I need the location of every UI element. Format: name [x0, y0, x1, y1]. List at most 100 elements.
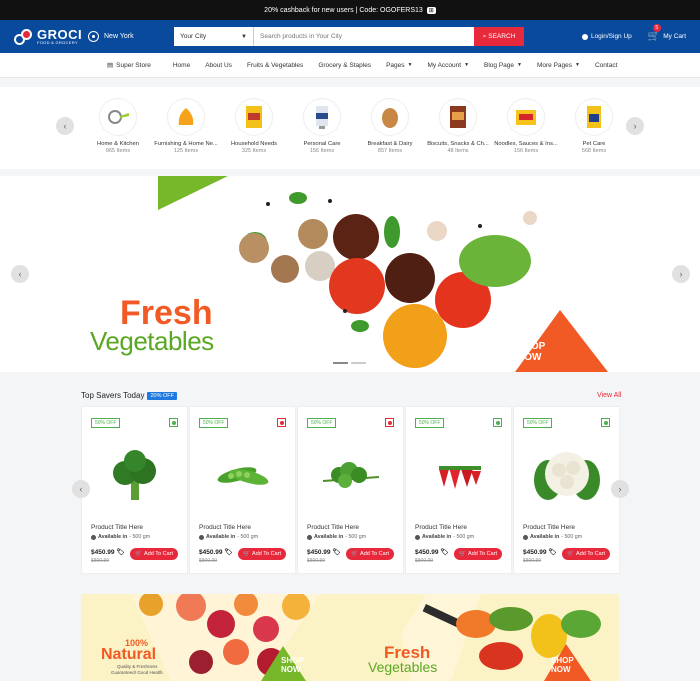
banner-prev-arrow-icon[interactable]: ‹ — [11, 265, 29, 283]
login-link[interactable]: Login/Sign Up — [581, 33, 632, 40]
product-card[interactable]: 50% OFF Product Title Here Available in -… — [513, 406, 620, 574]
nav-item-about[interactable]: About Us — [205, 62, 232, 69]
category-prev-arrow-icon[interactable]: ‹ — [56, 117, 74, 135]
category-item[interactable]: Furnishing & Home Ne... 125 Items — [152, 98, 220, 154]
availability-value: - 500 gm — [453, 534, 475, 540]
product-title[interactable]: Product Title Here — [199, 524, 251, 531]
products-next-arrow-icon[interactable]: › — [611, 480, 629, 498]
city-select[interactable]: Your City ▼ — [174, 27, 254, 46]
category-count: 857 Items — [377, 148, 403, 154]
availability-value: - 500 gm — [129, 534, 151, 540]
veg-indicator-icon — [169, 418, 178, 427]
cart-icon: 🛒 — [647, 31, 661, 42]
product-price: $450.99 🏷 — [199, 548, 233, 556]
location-selector[interactable]: New York — [88, 31, 174, 42]
view-all-link[interactable]: View All — [597, 392, 621, 399]
category-item[interactable]: Noodles, Sauces & Ins... 156 Items — [492, 98, 560, 154]
nav-label: Blog Page — [484, 61, 515, 69]
nav-item-contact[interactable]: Contact — [595, 62, 617, 69]
add-to-cart-label: Add To Cart — [252, 551, 281, 557]
promo-banner[interactable]: 100% Natural Quality & Freshness Guarant… — [81, 594, 619, 681]
price-value: $450.99 — [307, 549, 331, 556]
banner-cta1[interactable]: SHOP — [517, 342, 545, 352]
cart-button[interactable]: 🛒 5 My Cart — [647, 24, 686, 42]
products-prev-arrow-icon[interactable]: ‹ — [72, 480, 90, 498]
category-carousel: ‹ Home & Kitchen 965 Items Furnishing & … — [0, 87, 700, 169]
add-to-cart-button[interactable]: 🛒 Add To Cart — [562, 548, 610, 560]
tag-icon: 🏷 — [548, 549, 557, 556]
availability: Available in - 500 gm — [199, 534, 258, 540]
category-name: Home & Kitchen — [97, 141, 139, 147]
kitchen-icon — [99, 98, 137, 136]
product-price: $450.99 🏷 — [91, 548, 125, 556]
discount-tag: 50% OFF — [523, 418, 553, 428]
category-count: 965 Items — [105, 148, 131, 154]
cart-icon: 🛒 — [459, 551, 467, 557]
product-price: $450.99 🏷 — [307, 548, 341, 556]
product-card[interactable]: 50% OFF Product Title Here Available in -… — [405, 406, 512, 574]
availability: Available in - 500 gm — [415, 534, 474, 540]
category-next-arrow-icon[interactable]: › — [626, 117, 644, 135]
product-title[interactable]: Product Title Here — [415, 524, 467, 531]
promo-right-cta2[interactable]: NOW — [551, 665, 571, 674]
category-item[interactable]: Pet Care 568 Items — [560, 98, 628, 154]
category-item[interactable]: Household Needs 325 Items — [220, 98, 288, 154]
city-select-value: Your City — [180, 33, 207, 40]
nav-item-grocery[interactable]: Grocery & Staples — [318, 62, 371, 69]
search-button-label: SEARCH — [488, 33, 516, 40]
check-icon — [91, 534, 96, 540]
nav-item-account[interactable]: My Account ▼ — [427, 62, 469, 69]
add-to-cart-button[interactable]: 🛒 Add To Cart — [346, 548, 394, 560]
nav-item-blog[interactable]: Blog Page ▼ — [484, 62, 522, 69]
product-card[interactable]: 50% OFF Product Title Here Available in -… — [81, 406, 188, 574]
veg-indicator-icon — [493, 418, 502, 427]
category-item[interactable]: Biscuits, Snacks & Ch... 48 Items — [424, 98, 492, 154]
snack-pack-icon — [235, 98, 273, 136]
hero-banner[interactable]: Fresh Vegetables SHOP NOW ‹ › — [0, 176, 700, 372]
search-button[interactable]: ⌕ SEARCH — [474, 27, 524, 46]
location-label: New York — [104, 33, 134, 40]
category-item[interactable]: Breakfast & Dairy 857 Items — [356, 98, 424, 154]
product-card[interactable]: 50% OFF Product Title Here Available in -… — [189, 406, 296, 574]
add-to-cart-button[interactable]: 🛒 Add To Cart — [454, 548, 502, 560]
nav-item-more[interactable]: More Pages ▼ — [537, 62, 580, 69]
promo-tagline2: Guaranteed! Good Health. — [111, 670, 164, 675]
banner-cta2[interactable]: NOW — [517, 353, 541, 363]
category-name: Pet Care — [582, 141, 606, 147]
category-count: 156 Items — [309, 148, 335, 154]
store-icon: ▤ — [107, 62, 114, 69]
availability-label: Available in — [98, 534, 128, 540]
nav-item-home[interactable]: Home — [173, 62, 190, 69]
super-store-link[interactable]: ▤ Super Store — [107, 61, 151, 70]
banner-next-arrow-icon[interactable]: › — [672, 265, 690, 283]
promo-fruits-image — [131, 594, 601, 681]
nav-item-fruits[interactable]: Fruits & Vegetables — [247, 62, 303, 69]
broccoli-icon — [82, 435, 187, 515]
availability-value: - 500 gm — [237, 534, 259, 540]
search-bar: Your City ▼ ⌕ SEARCH — [174, 27, 524, 46]
product-title[interactable]: Product Title Here — [523, 524, 575, 531]
category-count: 125 Items — [173, 148, 199, 154]
discount-badge: 20% OFF — [147, 391, 177, 400]
category-name: Biscuits, Snacks & Ch... — [427, 141, 489, 147]
announcement-bar: 20% cashback for new users | Code: OGOFE… — [0, 0, 700, 20]
chevron-down-icon: ▼ — [517, 62, 522, 68]
check-icon — [199, 534, 204, 540]
category-item[interactable]: Personal Care 156 Items — [288, 98, 356, 154]
promo-right-cta1[interactable]: SHOP — [551, 656, 574, 665]
add-to-cart-button[interactable]: 🛒 Add To Cart — [238, 548, 286, 560]
add-to-cart-button[interactable]: 🛒 Add To Cart — [130, 548, 178, 560]
nav-item-pages[interactable]: Pages ▼ — [386, 62, 412, 69]
search-input[interactable] — [254, 27, 474, 46]
promo-left-cta1[interactable]: SHOP — [281, 656, 304, 665]
logo[interactable]: GROCI FOOD & GROCERY — [14, 28, 88, 46]
category-item[interactable]: Home & Kitchen 965 Items — [84, 98, 152, 154]
check-icon — [523, 534, 528, 540]
tag-icon: 🏷 — [332, 549, 341, 556]
product-title[interactable]: Product Title Here — [307, 524, 359, 531]
user-icon — [581, 33, 588, 40]
promo-left-cta2[interactable]: NOW — [281, 665, 301, 674]
product-title[interactable]: Product Title Here — [91, 524, 143, 531]
category-count: 568 Items — [581, 148, 607, 154]
product-card[interactable]: 50% OFF Product Title Here Available in -… — [297, 406, 404, 574]
